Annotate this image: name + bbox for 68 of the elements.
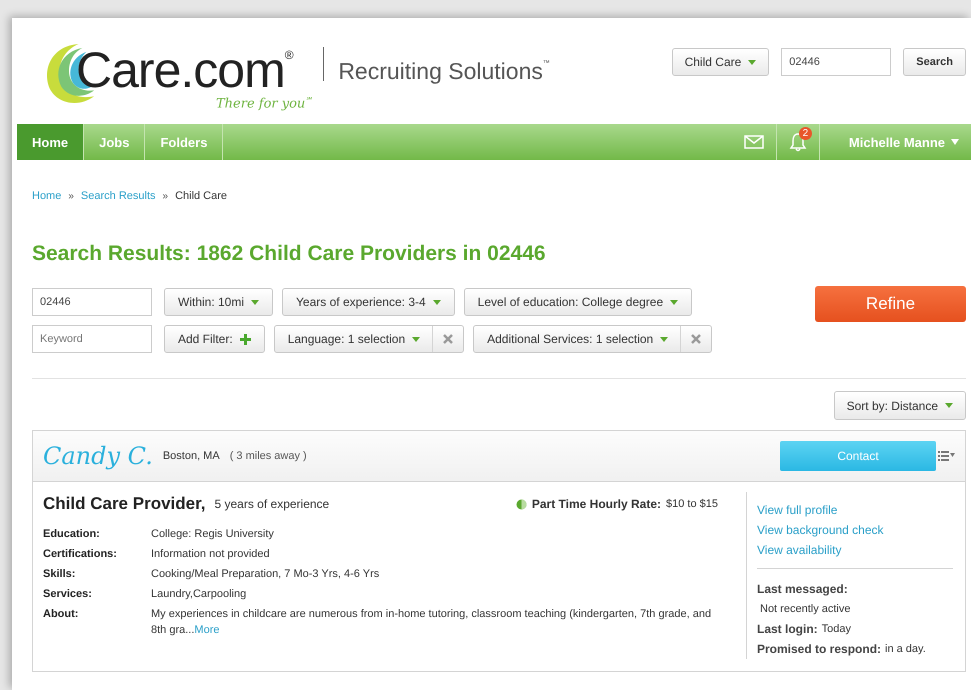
activity-value: Today <box>822 622 852 637</box>
activity-value: Not recently active <box>759 602 852 617</box>
profile-link[interactable]: View availability <box>757 540 965 560</box>
breadcrumb-separator: » <box>162 190 168 202</box>
job-role: Child Care Provider, <box>43 494 206 514</box>
add-filter-button[interactable]: Add Filter: <box>164 325 265 353</box>
notification-badge: 2 <box>798 127 812 140</box>
provider-distance: ( 3 miles away ) <box>230 450 307 462</box>
experience-text: 5 years of experience <box>214 497 330 511</box>
breadcrumb-separator: » <box>68 190 74 202</box>
detail-value: Information not provided <box>151 547 271 562</box>
more-link[interactable]: More <box>194 624 220 636</box>
breadcrumb-link[interactable]: Home <box>32 190 62 202</box>
filter-dropdown[interactable]: Within: 10mi <box>164 288 274 316</box>
sort-dropdown[interactable]: Sort by: Distance <box>834 391 966 420</box>
caret-icon <box>432 300 441 304</box>
nav-tab[interactable]: Home <box>17 124 84 160</box>
activity-label: Last messaged: <box>757 581 849 598</box>
detail-value: My experiences in childcare are numerous from in-home tutoring, classroom teaching (kindergarten, 7th grade, and 8th gra...More <box>151 607 712 638</box>
rate-value: $10 to $15 <box>666 498 718 510</box>
zip-field[interactable]: 02446 <box>32 288 152 316</box>
half-circle-icon <box>516 498 527 510</box>
rate-label: Part Time Hourly Rate: <box>532 497 661 511</box>
detail-label: Education: <box>43 527 101 542</box>
filter-dropdown[interactable]: Years of experience: 3-4 <box>282 288 455 316</box>
mail-icon[interactable] <box>744 135 764 149</box>
filter-dropdown[interactable]: Level of education: College degree <box>464 288 692 316</box>
search-button[interactable]: Search <box>903 48 966 76</box>
keyword-field[interactable]: Keyword <box>32 325 152 353</box>
plus-icon <box>240 334 251 344</box>
caret-icon <box>945 403 953 408</box>
remove-icon[interactable] <box>443 334 454 344</box>
category-dropdown[interactable]: Child Care <box>672 48 770 76</box>
profile-link[interactable]: View background check <box>757 520 965 540</box>
provider-name[interactable]: Candy C. <box>43 442 153 470</box>
contact-button[interactable]: Contact <box>780 441 936 471</box>
remove-icon[interactable] <box>691 334 702 344</box>
brand-logo[interactable]: Care.com$^{®}$ <box>76 30 312 96</box>
filter-dropdown[interactable]: Language: 1 selection <box>274 325 464 353</box>
caret-icon <box>251 300 260 304</box>
detail-value: Laundry,Carpooling <box>151 587 248 602</box>
refine-button[interactable]: Refine <box>815 286 966 322</box>
detail-label: About: <box>43 607 80 622</box>
profile-link[interactable]: View full profile <box>757 500 965 520</box>
nav-tab[interactable]: Folders <box>145 124 224 160</box>
detail-label: Services: <box>43 587 93 602</box>
caret-icon <box>412 336 420 342</box>
detail-label: Skills: <box>43 567 76 582</box>
detail-value: College: Regis University <box>151 527 275 542</box>
caret-icon <box>660 336 668 342</box>
caret-icon <box>951 139 959 145</box>
list-menu-icon[interactable] <box>938 451 955 461</box>
filter-dropdown[interactable]: Additional Services: 1 selection <box>473 325 712 353</box>
activity-value: in a day. <box>885 642 926 657</box>
user-menu[interactable]: Michelle Manne <box>820 124 971 160</box>
tagline: There for you$^{℠}$ <box>216 95 312 112</box>
nav-tab[interactable]: Jobs <box>84 124 146 160</box>
page-title: Search Results: 1862 Child Care Providers in 02446 <box>32 242 547 266</box>
activity-label: Last login: <box>757 621 818 638</box>
caret-icon <box>748 60 756 64</box>
zip-field[interactable]: 02446 <box>781 48 892 76</box>
provider-location: Boston, MA <box>162 450 220 462</box>
detail-label: Certifications: <box>43 547 118 562</box>
detail-value: Cooking/Meal Preparation, 7 Mo-3 Yrs, 4-6 Yrs <box>151 567 380 582</box>
caret-icon <box>670 300 678 304</box>
breadcrumb-link[interactable]: Search Results <box>80 190 156 202</box>
activity-label: Promised to respond: <box>757 641 882 658</box>
breadcrumb-current: Child Care <box>175 190 228 202</box>
